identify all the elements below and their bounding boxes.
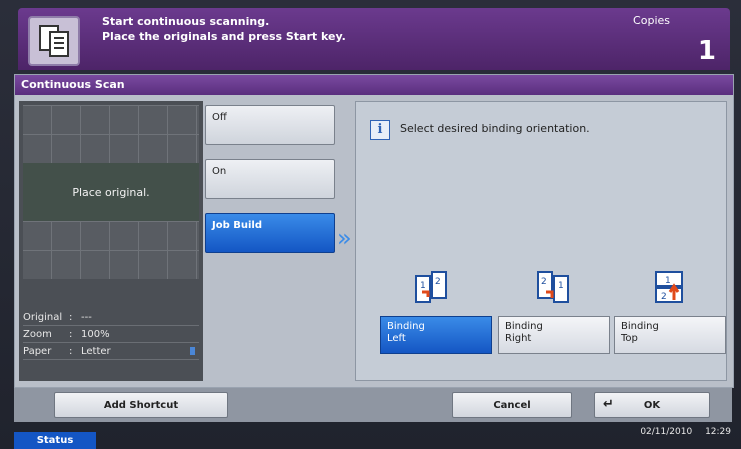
bottom-bar: Add Shortcut Cancel ↵ OK: [14, 388, 732, 422]
time-text: 12:29: [705, 427, 731, 437]
continuous-scan-panel: Continuous Scan Place original. Original…: [14, 74, 734, 388]
svg-text:1: 1: [420, 281, 426, 291]
option-job-build-button[interactable]: Job Build: [205, 213, 335, 253]
copy-mode-icon: [28, 16, 80, 66]
status-button[interactable]: Status: [14, 432, 96, 449]
header-message-line1: Start continuous scanning.: [102, 15, 270, 28]
copies-label: Copies: [633, 14, 670, 27]
svg-text:2: 2: [435, 277, 441, 287]
paper-marker-icon: [190, 347, 195, 355]
info-value: Letter: [81, 345, 111, 357]
binding-right-line1: Binding: [505, 321, 543, 332]
binding-top-line2: Top: [621, 333, 638, 344]
info-sep: :: [69, 328, 73, 340]
info-key: Original: [23, 311, 63, 323]
binding-right-line2: Right: [505, 333, 532, 344]
binding-right-icon: 2 1: [537, 271, 569, 303]
copier-screen: Start continuous scanning. Place the ori…: [0, 0, 741, 449]
option-on-button[interactable]: On: [205, 159, 335, 199]
binding-left-line2: Left: [387, 333, 406, 344]
info-icon: i: [370, 120, 390, 140]
ok-label: OK: [643, 399, 661, 411]
datetime: 02/11/2010 12:29: [630, 427, 731, 437]
svg-text:2: 2: [661, 292, 667, 302]
option-off-button[interactable]: Off: [205, 105, 335, 145]
info-row-original: Original : ---: [23, 309, 199, 326]
svg-text:1: 1: [558, 281, 564, 291]
info-row-zoom: Zoom : 100%: [23, 326, 199, 343]
binding-right-button[interactable]: Binding Right: [498, 316, 610, 354]
cancel-button[interactable]: Cancel: [452, 392, 572, 418]
header-message: Start continuous scanning. Place the ori…: [102, 14, 346, 44]
info-key: Zoom: [23, 328, 52, 340]
original-info: Original : --- Zoom : 100% Paper : Lette…: [23, 309, 199, 360]
binding-top-icon: 1 2: [655, 271, 683, 303]
original-preview: Place original. Original : --- Zoom : 10…: [19, 101, 203, 381]
enter-icon: ↵: [603, 397, 614, 412]
header-message-line2: Place the originals and press Start key.: [102, 30, 346, 43]
svg-text:2: 2: [541, 277, 547, 287]
binding-top-line1: Binding: [621, 321, 659, 332]
binding-left-icon: 1 2: [415, 271, 447, 303]
preview-grid: Place original.: [23, 105, 199, 279]
panel-title: Continuous Scan: [15, 75, 733, 95]
date-text: 02/11/2010: [640, 427, 693, 437]
binding-top-button[interactable]: Binding Top: [614, 316, 726, 354]
svg-text:1: 1: [665, 276, 671, 286]
header-bar: Start continuous scanning. Place the ori…: [18, 8, 730, 70]
preview-text: Place original.: [72, 185, 150, 199]
info-value: 100%: [81, 328, 110, 340]
binding-panel: i Select desired binding orientation. 1 …: [355, 101, 727, 381]
chevron-right-icon: »: [337, 224, 352, 252]
copies-count: 1: [697, 36, 716, 66]
info-value: ---: [81, 311, 92, 323]
info-row-paper: Paper : Letter: [23, 343, 199, 360]
add-shortcut-button[interactable]: Add Shortcut: [54, 392, 228, 418]
binding-left-line1: Binding: [387, 321, 425, 332]
info-sep: :: [69, 345, 73, 357]
binding-left-button[interactable]: Binding Left: [380, 316, 492, 354]
info-key: Paper: [23, 345, 52, 357]
instruction-text: Select desired binding orientation.: [400, 122, 590, 135]
info-sep: :: [69, 311, 73, 323]
ok-button[interactable]: ↵ OK: [594, 392, 710, 418]
